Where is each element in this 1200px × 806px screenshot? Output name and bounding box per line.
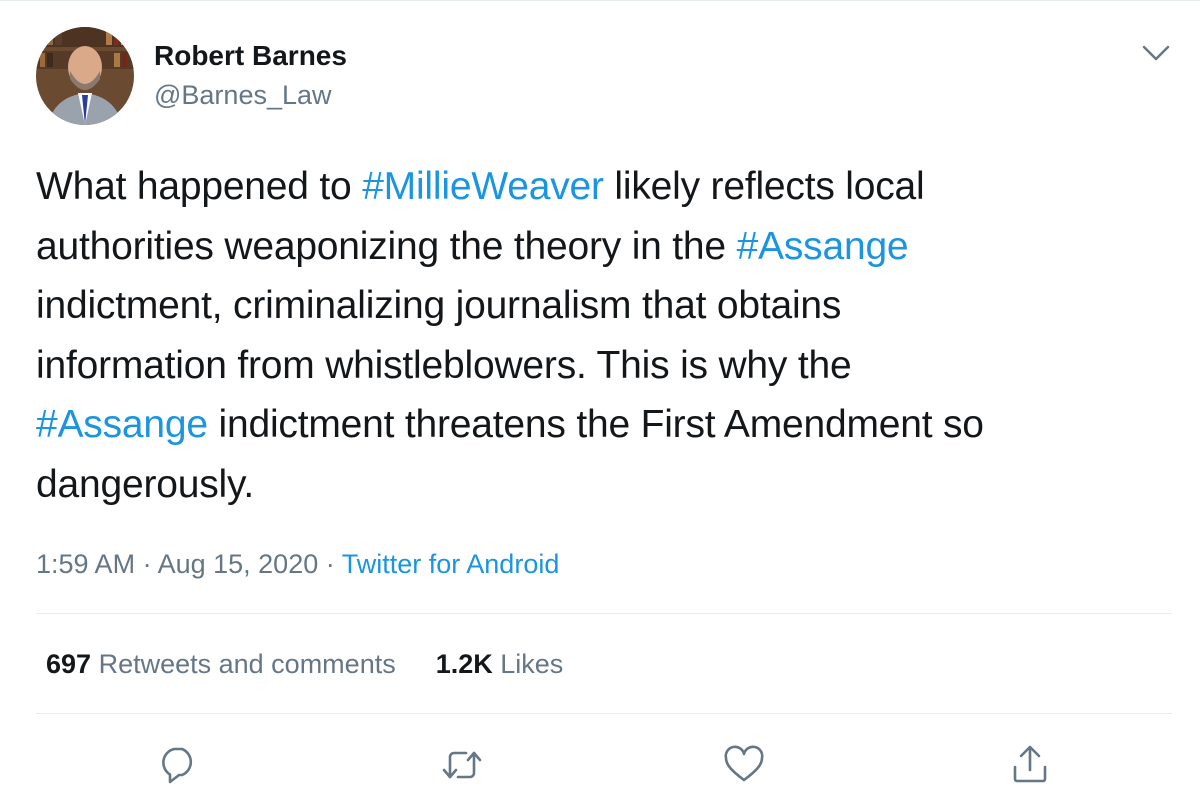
likes-label: Likes xyxy=(500,649,564,679)
tweet-text-line: information from whistleblowers. This is… xyxy=(36,336,1176,396)
retweets-stat[interactable]: 697 Retweets and comments xyxy=(46,646,396,682)
like-icon xyxy=(724,745,764,782)
avatar[interactable] xyxy=(36,27,134,125)
more-options-caret[interactable] xyxy=(1140,39,1172,67)
meta-separator: · xyxy=(318,549,342,579)
share-button[interactable] xyxy=(1008,743,1052,787)
reply-button[interactable] xyxy=(156,743,200,787)
tweet-text-line: authorities weaponizing the theory in th… xyxy=(36,217,1176,277)
tweet-text-segment: What happened to xyxy=(36,165,363,208)
chevron-down-icon xyxy=(1142,45,1170,61)
tweet-text-segment: likely reflects local xyxy=(603,165,925,208)
tweet-text-line: dangerously. xyxy=(36,455,1176,515)
tweet-text-line: indictment, criminalizing journalism tha… xyxy=(36,276,1176,336)
tweet-text-line: #Assange indictment threatens the First … xyxy=(36,395,1176,455)
like-button[interactable] xyxy=(722,743,766,787)
tweet-text-line: What happened to #MillieWeaver likely re… xyxy=(36,157,1176,217)
likes-count: 1.2K xyxy=(435,649,493,679)
hashtag-link[interactable]: #Assange xyxy=(737,225,909,268)
share-icon xyxy=(1013,745,1047,783)
tweet-text-segment: indictment, criminalizing journalism tha… xyxy=(36,284,842,327)
retweet-icon xyxy=(442,751,482,779)
retweets-label: Retweets and comments xyxy=(98,649,396,679)
author-handle[interactable]: @Barnes_Law xyxy=(154,78,332,112)
likes-stat[interactable]: 1.2K Likes xyxy=(436,646,564,682)
retweet-button[interactable] xyxy=(440,743,484,787)
tweet-stats: 697 Retweets and comments 1.2K Likes xyxy=(46,646,563,682)
tweet-date[interactable]: Aug 15, 2020 xyxy=(158,549,319,579)
meta-separator: · xyxy=(135,549,158,579)
tweet-text-segment: dangerously. xyxy=(36,462,255,506)
tweet-text: What happened to #MillieWeaver likely re… xyxy=(36,157,1176,514)
hashtag-link[interactable]: #MillieWeaver xyxy=(362,165,604,208)
tweet-text-segment: authorities weaponizing the theory in th… xyxy=(36,224,737,268)
avatar-image xyxy=(36,27,134,125)
tweet-text-segment: information from whistleblowers. This is… xyxy=(36,343,852,387)
divider xyxy=(36,613,1172,614)
tweet-card: Robert Barnes @Barnes_Law What happened … xyxy=(0,0,1200,806)
reply-icon xyxy=(162,747,193,784)
tweet-text-segment: indictment threatens the First Amendment… xyxy=(207,403,984,446)
tweet-source[interactable]: Twitter for Android xyxy=(342,549,560,579)
author-display-name[interactable]: Robert Barnes xyxy=(154,39,347,73)
tweet-time[interactable]: 1:59 AM xyxy=(36,549,135,579)
tweet-meta: 1:59 AM · Aug 15, 2020 · Twitter for And… xyxy=(36,546,559,582)
hashtag-link[interactable]: #Assange xyxy=(36,403,208,446)
divider xyxy=(36,713,1172,714)
retweets-count: 697 xyxy=(46,649,92,679)
